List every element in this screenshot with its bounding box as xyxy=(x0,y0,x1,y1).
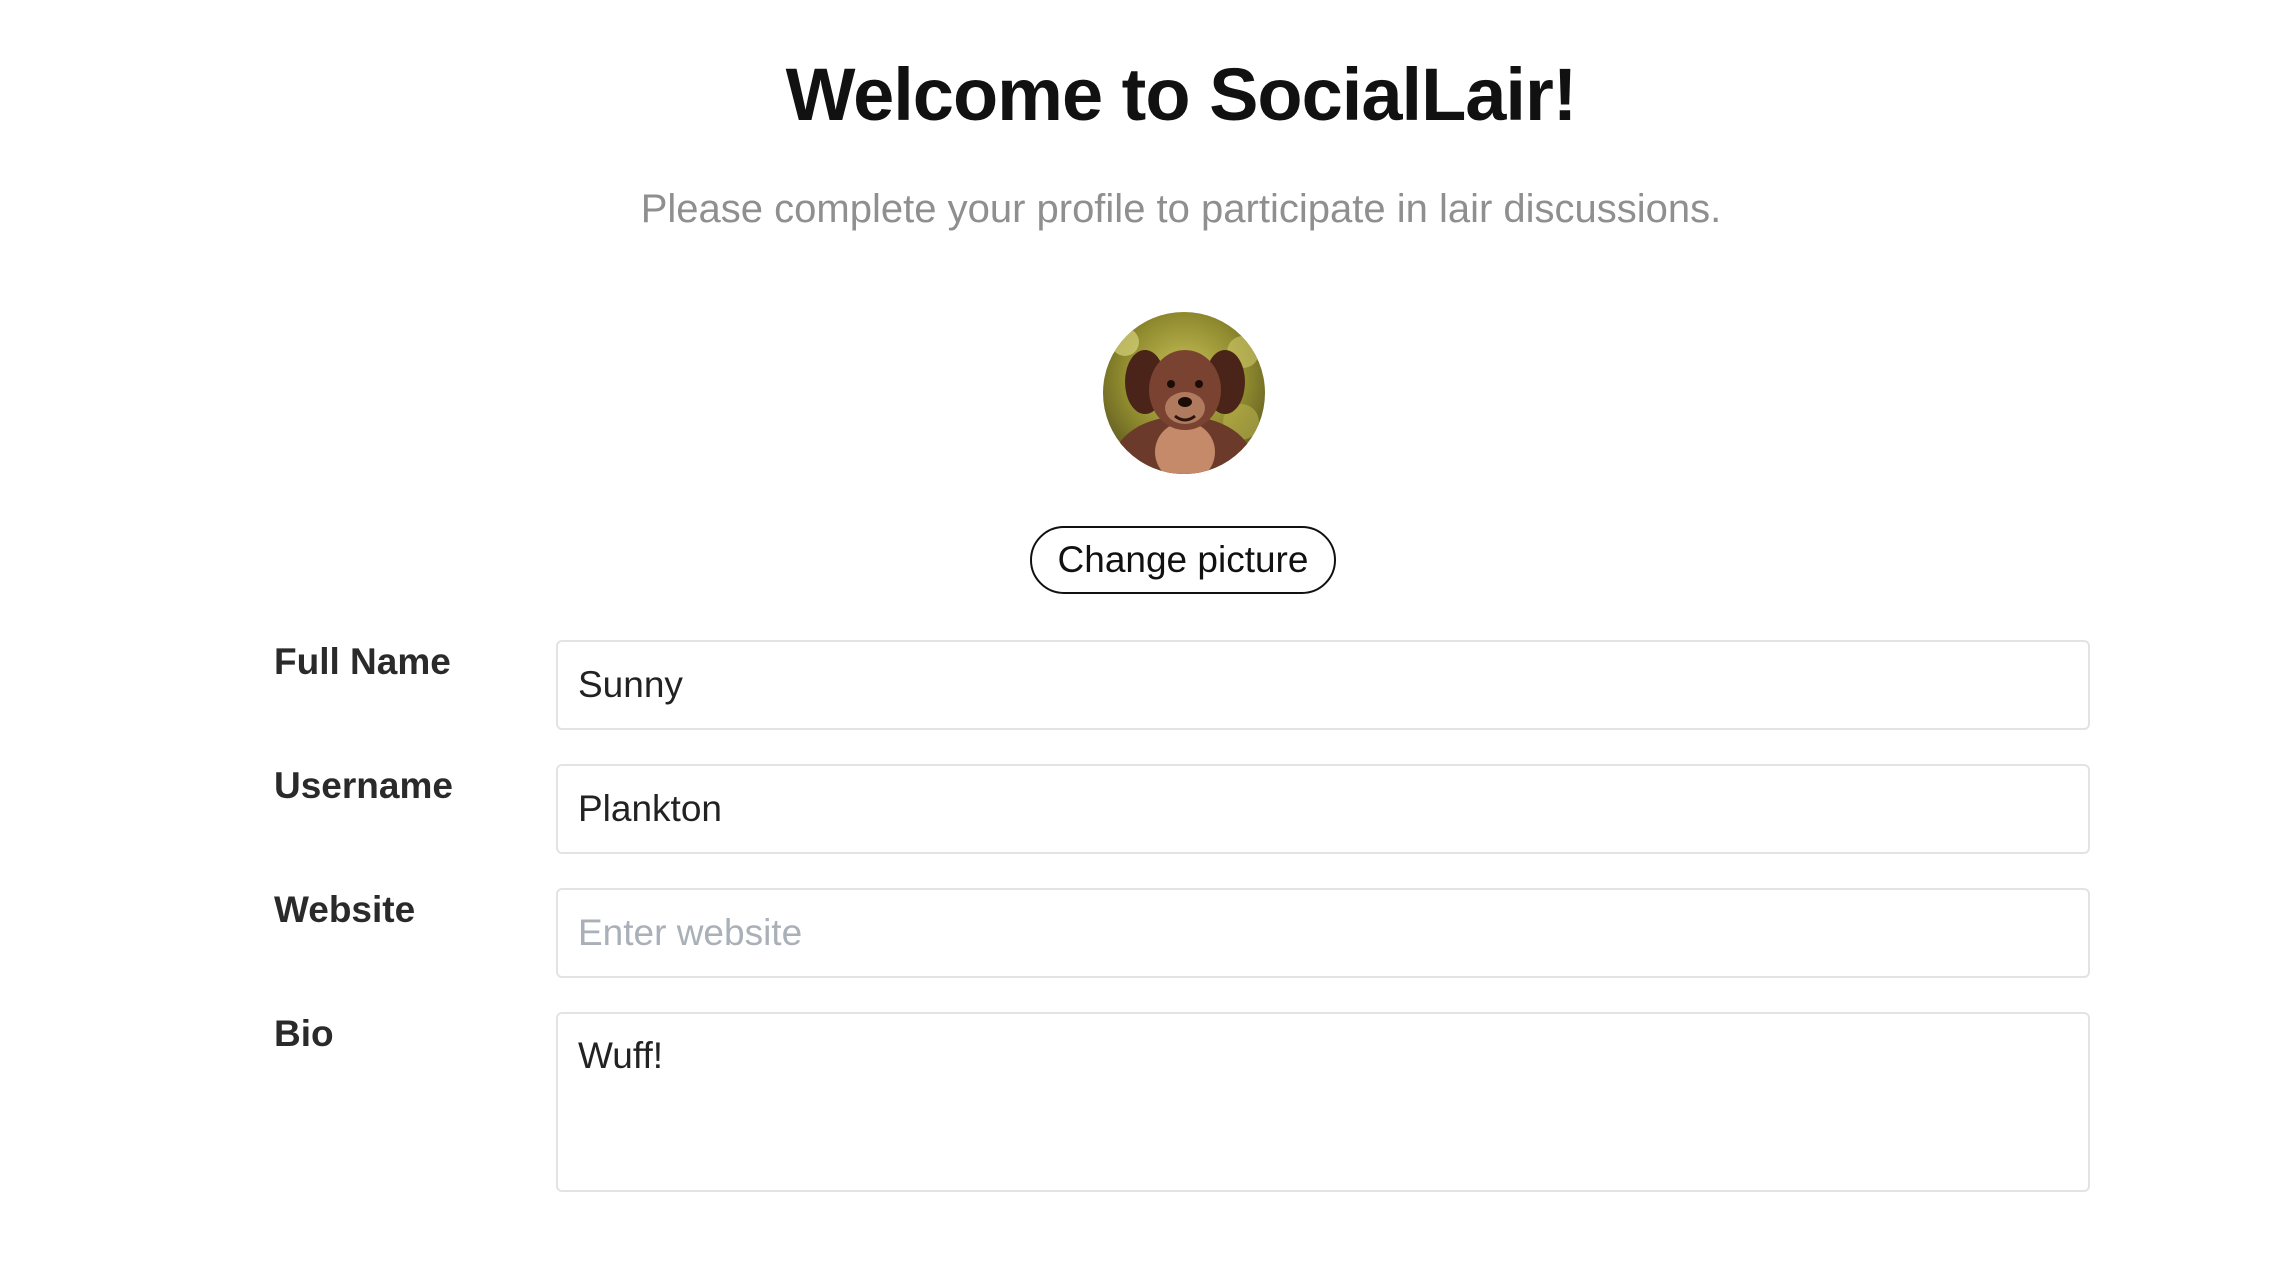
bio-textarea[interactable]: Wuff! xyxy=(556,1012,2090,1192)
page-title: Welcome to SocialLair! xyxy=(785,53,1578,136)
profile-setup-page: Welcome to SocialLair! Please complete y… xyxy=(0,0,2292,1288)
dog-photo-icon xyxy=(1103,312,1265,474)
username-label: Username xyxy=(274,765,453,806)
change-picture-button[interactable]: Change picture xyxy=(1030,526,1336,594)
bio-label: Bio xyxy=(274,1013,334,1054)
website-label: Website xyxy=(274,889,416,930)
username-input[interactable] xyxy=(556,764,2090,854)
website-input[interactable] xyxy=(556,888,2090,978)
full-name-label: Full Name xyxy=(274,641,451,682)
full-name-input[interactable] xyxy=(556,640,2090,730)
page-subtitle: Please complete your profile to particip… xyxy=(640,187,1722,231)
avatar xyxy=(1103,312,1265,474)
